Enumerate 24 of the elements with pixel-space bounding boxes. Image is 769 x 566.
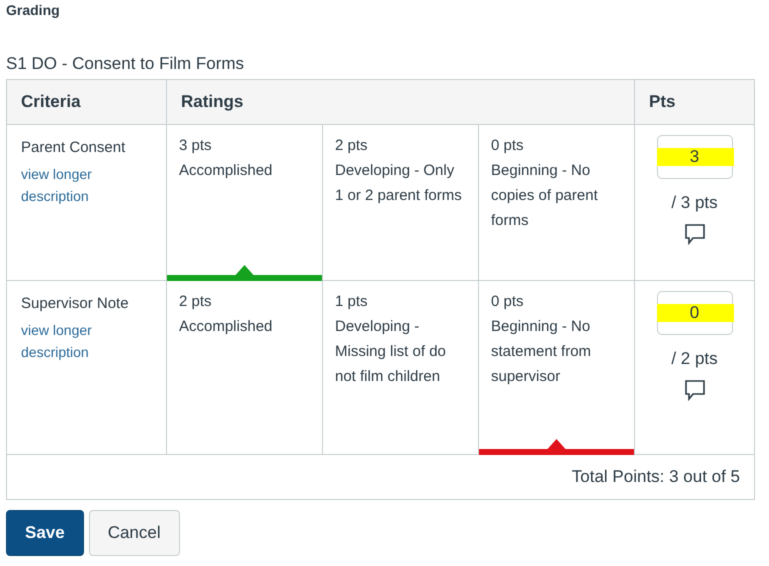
points-input[interactable]: 0 [656, 291, 732, 335]
criterion-name: Parent Consent [21, 138, 126, 158]
rating-cell[interactable]: 0 pts Beginning - No copies of parent forms [478, 124, 634, 280]
comment-icon[interactable] [684, 223, 706, 245]
criterion-name: Supervisor Note [21, 294, 130, 314]
section-heading: Grading [6, 2, 61, 20]
cancel-button[interactable]: Cancel [88, 510, 180, 556]
column-header: Ratings [166, 80, 634, 124]
column-header: Pts [634, 80, 754, 124]
description-link[interactable]: view longer description [21, 163, 121, 207]
save-button[interactable]: Save [6, 510, 84, 556]
rating-cell[interactable]: 2 pts Accomplished [166, 280, 322, 454]
points-possible: / 3 pts [670, 193, 719, 213]
rating-cell[interactable]: 0 pts Beginning - No statement from supervisor [478, 280, 634, 454]
comment-icon[interactable] [684, 379, 706, 401]
points-possible: / 2 pts [670, 349, 719, 369]
total-points: Total Points: 3 out of 5 [572, 467, 740, 486]
rating-cell[interactable]: 1 pts Developing - Missing list of do not film children [322, 280, 478, 454]
points-input[interactable]: 3 [656, 135, 732, 179]
column-header: Criteria [6, 80, 166, 124]
rating-cell[interactable]: 3 pts Accomplished [166, 124, 322, 280]
rating-cell[interactable]: 2 pts Developing - Only 1 or 2 parent forms [322, 124, 478, 280]
description-link[interactable]: view longer description [21, 319, 121, 363]
rubric-title: S1 DO - Consent to Film Forms [6, 54, 246, 74]
